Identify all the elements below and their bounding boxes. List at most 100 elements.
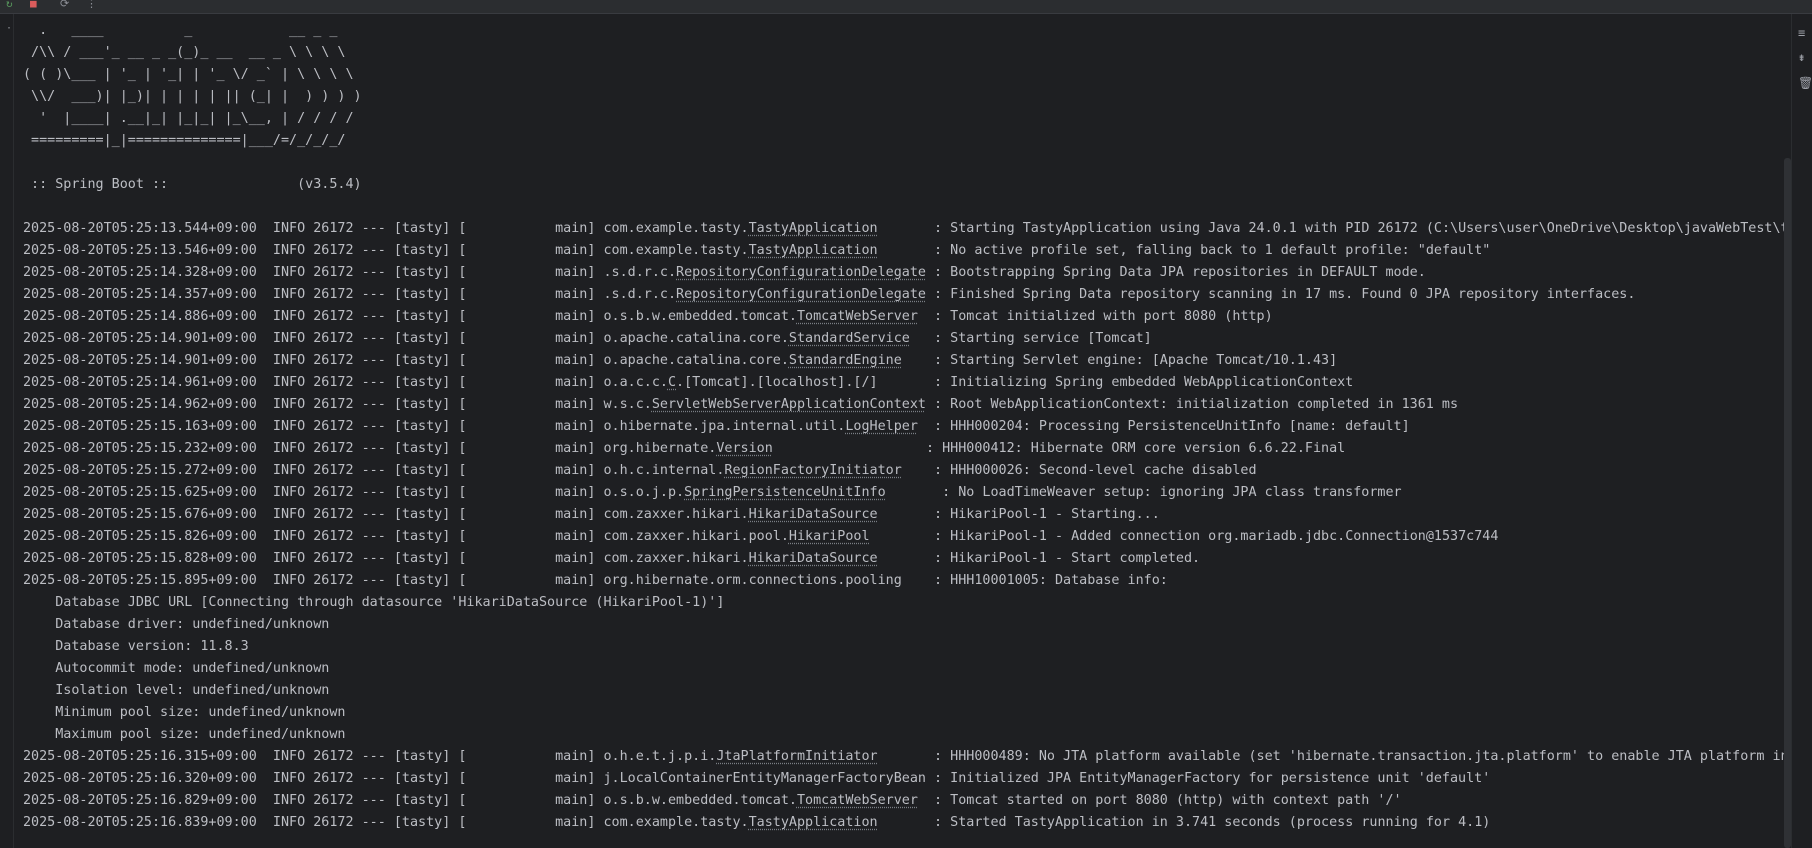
log-pid: 26172 (313, 551, 354, 566)
log-pid: 26172 (313, 287, 354, 302)
soft-wrap-icon[interactable]: ≡ (1798, 26, 1805, 40)
logger-name: .s.d.r.c. (603, 287, 677, 302)
log-thread: main (555, 221, 588, 236)
logger-suffix (902, 463, 934, 478)
stop-icon[interactable]: ■ (30, 0, 37, 11)
log-level: INFO (272, 353, 306, 368)
log-level: INFO (272, 265, 306, 280)
log-line: 2025-08-20T05:25:13.546+09:00 INFO 26172… (23, 243, 1491, 258)
log-line: 2025-08-20T05:25:14.357+09:00 INFO 26172… (23, 287, 1636, 302)
logger-name: com.example.tasty. (603, 221, 749, 236)
log-message: HHH000204: Processing PersistenceUnitInf… (950, 419, 1410, 434)
log-pid: 26172 (313, 463, 354, 478)
logger-suffix (918, 309, 934, 324)
fold-marker-icon: · (6, 23, 13, 34)
log-level: INFO (272, 551, 306, 566)
log-line: 2025-08-20T05:25:16.829+09:00 INFO 26172… (23, 793, 1402, 808)
spring-banner-line: ' |____| .__|_| |_|_| |_\__, | / / / / (23, 111, 354, 126)
log-level: INFO (272, 375, 306, 390)
log-line: 2025-08-20T05:25:15.828+09:00 INFO 26172… (23, 551, 1201, 566)
log-line: 2025-08-20T05:25:15.232+09:00 INFO 26172… (23, 441, 1346, 456)
logger-class-link: StandardEngine (788, 353, 902, 368)
logger-suffix (926, 287, 934, 302)
log-pid: 26172 (313, 243, 354, 258)
logger-suffix (878, 749, 934, 764)
console-output[interactable]: . ____ _ __ _ _ /\\ / ___'_ __ _ _(_)_ _… (23, 14, 1793, 848)
log-level: INFO (272, 221, 306, 236)
logger-class-link: SpringPersistenceUnitInfo (684, 485, 886, 500)
spring-banner-line: =========|_|==============|___/=/_/_/_/ (23, 133, 346, 148)
log-timestamp: 2025-08-20T05:25:14.901+09:00 (23, 353, 257, 368)
logger-name: .s.d.r.c. (603, 265, 677, 280)
log-pid: 26172 (313, 331, 354, 346)
log-timestamp: 2025-08-20T05:25:15.676+09:00 (23, 507, 257, 522)
logger-name: com.zaxxer.hikari. (603, 507, 749, 522)
log-pid: 26172 (313, 353, 354, 368)
log-app: tasty (401, 441, 443, 456)
logger-suffix (870, 529, 935, 544)
logger-name: o.h.c.internal. (603, 463, 725, 478)
log-message: Initialized JPA EntityManagerFactory for… (950, 771, 1491, 786)
logger-suffix (902, 573, 934, 588)
log-thread: main (555, 243, 588, 258)
logger-name: j.LocalContainerEntityManagerFactoryBean (603, 771, 926, 786)
log-app: tasty (401, 397, 443, 412)
log-line: 2025-08-20T05:25:14.886+09:00 INFO 26172… (23, 309, 1273, 324)
logger-class-link: HikariDataSource (748, 551, 878, 566)
logger-name: com.example.tasty. (603, 243, 749, 258)
log-line: 2025-08-20T05:25:14.901+09:00 INFO 26172… (23, 353, 1338, 368)
log-pid: 26172 (313, 573, 354, 588)
log-line: 2025-08-20T05:25:15.625+09:00 INFO 26172… (23, 485, 1402, 500)
log-pid: 26172 (313, 485, 354, 500)
log-thread: main (555, 287, 588, 302)
spring-banner-line: ( ( )\___ | '_ | '_| | '_ \/ _` | \ \ \ … (23, 67, 354, 82)
logger-name: o.s.b.w.embedded.tomcat. (603, 793, 797, 808)
log-thread: main (555, 441, 588, 456)
log-timestamp: 2025-08-20T05:25:15.163+09:00 (23, 419, 257, 434)
logger-name: o.apache.catalina.core. (603, 353, 789, 368)
logger-suffix (878, 243, 934, 258)
log-line: 2025-08-20T05:25:16.315+09:00 INFO 26172… (23, 746, 1793, 768)
log-pid: 26172 (313, 375, 354, 390)
log-app: tasty (401, 793, 443, 808)
log-message: HHH000489: No JTA platform available (se… (950, 749, 1793, 764)
log-timestamp: 2025-08-20T05:25:13.546+09:00 (23, 243, 257, 258)
logger-suffix (910, 331, 934, 346)
log-level: INFO (272, 419, 306, 434)
log-thread: main (555, 463, 588, 478)
log-thread: main (555, 573, 588, 588)
log-timestamp: 2025-08-20T05:25:14.961+09:00 (23, 375, 257, 390)
log-line: 2025-08-20T05:25:15.163+09:00 INFO 26172… (23, 419, 1410, 434)
logger-class-link: HikariDataSource (748, 507, 878, 522)
vertical-scrollbar[interactable] (1784, 158, 1791, 848)
log-level: INFO (272, 573, 306, 588)
log-thread: main (555, 793, 588, 808)
log-level: INFO (272, 749, 306, 764)
log-message: No active profile set, falling back to 1… (950, 243, 1491, 258)
clear-console-icon[interactable]: 🗑 (1798, 76, 1812, 90)
logger-name: o.apache.catalina.core. (603, 331, 789, 346)
log-thread: main (555, 265, 588, 280)
log-message: HHH000412: Hibernate ORM core version 6.… (942, 441, 1346, 456)
log-level: INFO (272, 287, 306, 302)
logger-class-link: TastyApplication (748, 221, 878, 236)
rerun-icon[interactable]: ↻ (6, 0, 13, 11)
log-message: Finished Spring Data repository scanning… (950, 287, 1636, 302)
scroll-to-end-icon[interactable]: ⇟ (1798, 50, 1805, 64)
log-line: 2025-08-20T05:25:14.962+09:00 INFO 26172… (23, 397, 1459, 412)
log-message: Tomcat started on port 8080 (http) with … (950, 793, 1402, 808)
more-icon[interactable]: ⋮ (86, 0, 97, 11)
logger-name: o.s.b.w.embedded.tomcat. (603, 309, 797, 324)
logger-suffix (918, 793, 934, 808)
log-level: INFO (272, 243, 306, 258)
log-timestamp: 2025-08-20T05:25:14.962+09:00 (23, 397, 257, 412)
logger-suffix (926, 771, 934, 786)
log-thread: main (555, 507, 588, 522)
logger-name: o.hibernate.jpa.internal.util. (603, 419, 846, 434)
logger-name: org.hibernate. (603, 441, 717, 456)
log-thread: main (555, 551, 588, 566)
log-thread: main (555, 331, 588, 346)
log-pid: 26172 (313, 221, 354, 236)
log-message: HikariPool-1 - Start completed. (950, 551, 1201, 566)
restore-layout-icon[interactable]: ⟳ (60, 0, 69, 11)
